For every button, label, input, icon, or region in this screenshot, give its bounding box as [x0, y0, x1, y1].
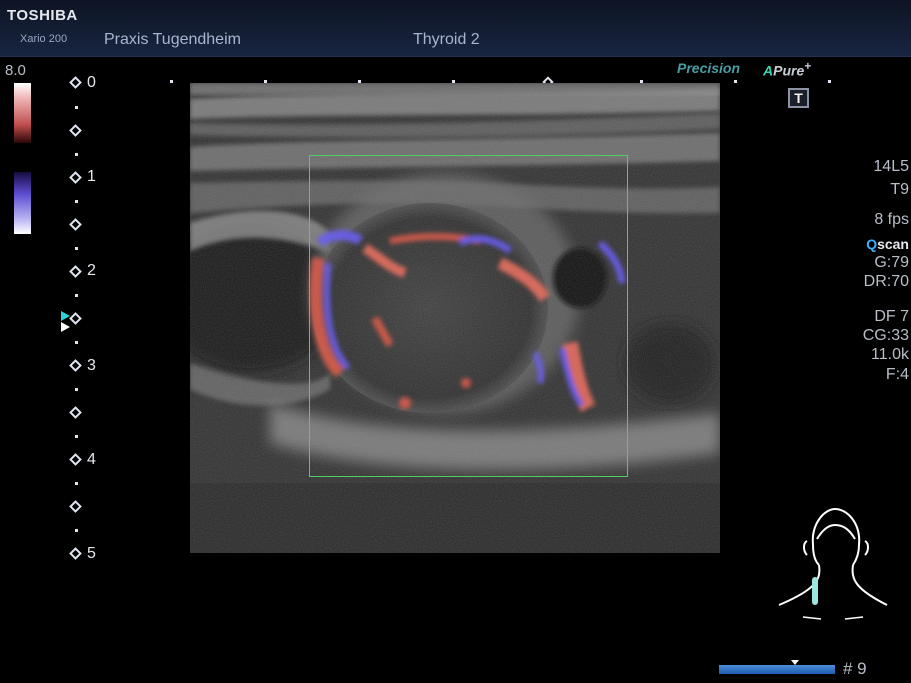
color-scale-positive	[14, 83, 31, 143]
depth-tick-icon	[69, 453, 82, 466]
depth-tick-icon	[69, 547, 82, 560]
clinic-name: Praxis Tugendheim	[104, 31, 241, 48]
exam-preset: Thyroid 2	[413, 31, 480, 48]
depth-dot	[75, 341, 78, 344]
apure-suffix: +	[804, 60, 812, 73]
depth-label: 2	[87, 262, 96, 279]
frame-number: # 9	[843, 659, 867, 678]
qscan-label: Qscan	[866, 236, 909, 252]
depth-dot	[75, 482, 78, 485]
depth-tick-icon	[69, 359, 82, 372]
depth-tick-icon	[69, 500, 82, 513]
color-gain-label: CG:33	[862, 327, 909, 344]
depth-tick-icon	[69, 312, 82, 325]
depth-tick-icon	[69, 265, 82, 278]
depth-dot	[75, 435, 78, 438]
focus-marker-icon[interactable]	[61, 311, 70, 321]
depth-dot	[75, 106, 78, 109]
precision-text: Precision	[677, 60, 741, 76]
qscan-text: scan	[877, 236, 909, 252]
depth-tick-icon	[69, 124, 82, 137]
depth-tick-icon	[69, 76, 82, 89]
depth-label: 0	[87, 74, 96, 91]
apure-text: Pure	[773, 62, 805, 79]
gain-label: G:79	[874, 254, 909, 271]
depth-dot	[75, 153, 78, 156]
depth-label: 4	[87, 451, 96, 468]
depth-dot	[75, 529, 78, 532]
qscan-prefix: Q	[866, 236, 878, 252]
depth-tick-icon	[69, 171, 82, 184]
dynamic-range-label: DR:70	[863, 273, 909, 290]
lateral-dot	[734, 80, 737, 83]
depth-dot	[75, 247, 78, 250]
prf-label: 11.0k	[871, 346, 909, 363]
doppler-freq-label: DF 7	[874, 308, 909, 325]
apure-label: APure+	[763, 60, 811, 79]
depth-dot	[75, 294, 78, 297]
lateral-dot	[828, 80, 831, 83]
frame-rate-label: 8 fps	[874, 211, 909, 228]
depth-dot	[75, 388, 78, 391]
preset-label: T9	[890, 181, 909, 198]
t-text-icon[interactable]: T	[788, 88, 809, 108]
header-bar: TOSHIBA Xario 200 Praxis Tugendheim Thyr…	[0, 0, 911, 57]
precision-label: Precision	[677, 60, 740, 76]
cine-position-marker-icon[interactable]	[791, 660, 799, 665]
neck-body-marker-icon[interactable]	[777, 505, 889, 627]
depth-tick-icon	[69, 218, 82, 231]
color-roi-box[interactable]	[309, 155, 628, 477]
apure-prefix: A	[763, 62, 774, 79]
depth-tick-icon	[69, 406, 82, 419]
cine-frame-bar[interactable]	[719, 665, 835, 674]
depth-label: 5	[87, 545, 96, 562]
focus-marker-icon[interactable]	[61, 322, 70, 332]
lateral-dot	[170, 80, 173, 83]
color-scale-max: 8.0	[5, 62, 26, 79]
filter-label: F:4	[885, 366, 909, 383]
brand-logo: TOSHIBA	[7, 7, 78, 24]
model-name: Xario 200	[20, 33, 68, 45]
depth-label: 3	[87, 357, 96, 374]
depth-dot	[75, 200, 78, 203]
transducer-label: 14L5	[873, 158, 909, 175]
depth-label: 1	[87, 168, 96, 185]
color-scale-negative	[14, 172, 31, 234]
